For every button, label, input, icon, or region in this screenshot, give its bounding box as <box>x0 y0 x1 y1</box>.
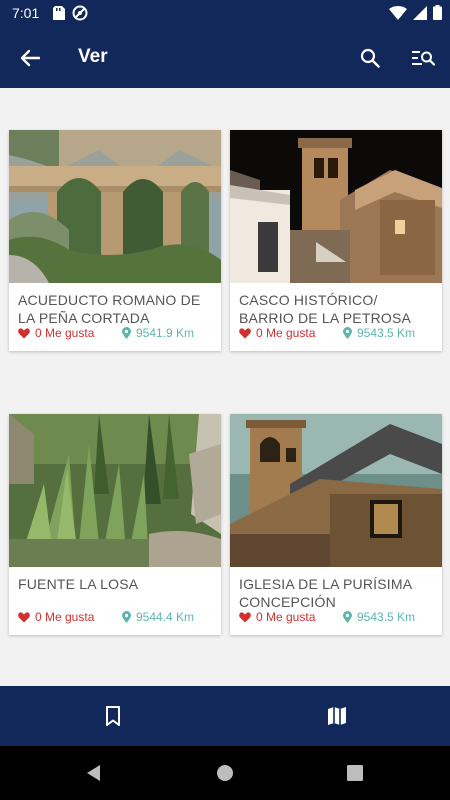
app-bar: Ver <box>0 26 450 88</box>
distance: 9544.4 Km <box>122 610 194 624</box>
likes-button[interactable]: 0 Me gusta <box>239 610 315 624</box>
place-title: ACUEDUCTO ROMANO DE LA PEÑA CORTADA <box>18 292 201 326</box>
square-recents-icon <box>347 765 363 781</box>
location-pin-icon <box>343 611 352 623</box>
triangle-back-icon <box>87 765 100 781</box>
likes-count: 0 Me gusta <box>256 326 316 340</box>
likes-button[interactable]: 0 Me gusta <box>18 610 94 624</box>
filter-search-button[interactable] <box>406 42 440 74</box>
location-pin-icon <box>343 327 352 339</box>
location-pin-icon <box>122 611 131 623</box>
system-home-button[interactable] <box>213 761 237 785</box>
system-navigation-bar <box>0 746 450 800</box>
heart-icon <box>239 327 251 338</box>
circle-home-icon <box>217 765 233 781</box>
place-photo <box>230 130 442 283</box>
system-back-button[interactable] <box>82 761 106 785</box>
location-pin-icon <box>122 327 131 339</box>
arrow-back-icon <box>20 49 40 67</box>
sd-card-icon <box>52 5 66 26</box>
search-icon <box>360 48 380 68</box>
bookmark-icon <box>106 706 120 726</box>
place-card[interactable]: IGLESIA DE LA PURÍSIMA CONCEPCIÓN 0 Me g… <box>230 414 442 635</box>
bottom-nav <box>0 686 450 746</box>
likes-button[interactable]: 0 Me gusta <box>239 326 315 340</box>
distance: 9541.9 Km <box>122 326 194 340</box>
map-icon <box>328 707 346 725</box>
distance-value: 9543.5 Km <box>357 326 416 340</box>
heart-icon <box>18 327 30 338</box>
do-not-disturb-icon <box>72 5 88 26</box>
page-title: Ver <box>78 46 108 67</box>
distance-value: 9541.9 Km <box>136 326 195 340</box>
place-photo <box>9 414 221 567</box>
distance-value: 9544.4 Km <box>136 610 195 624</box>
distance-value: 9543.5 Km <box>357 610 416 624</box>
place-card[interactable]: CASCO HISTÓRICO/ BARRIO DE LA PETROSA 0 … <box>230 130 442 351</box>
nav-saved-button[interactable] <box>97 700 129 732</box>
place-title: CASCO HISTÓRICO/ BARRIO DE LA PETROSA <box>239 292 412 326</box>
heart-icon <box>239 611 251 622</box>
battery-icon <box>433 5 442 25</box>
place-title: IGLESIA DE LA PURÍSIMA CONCEPCIÓN <box>239 576 412 610</box>
heart-icon <box>18 611 30 622</box>
status-time: 7:01 <box>12 5 40 21</box>
system-recents-button[interactable] <box>343 761 367 785</box>
places-grid: ACUEDUCTO ROMANO DE LA PEÑA CORTADA 0 Me… <box>0 88 450 686</box>
likes-count: 0 Me gusta <box>35 610 95 624</box>
place-card[interactable]: FUENTE LA LOSA 0 Me gusta 9544.4 Km <box>9 414 221 635</box>
search-button[interactable] <box>354 42 386 74</box>
distance: 9543.5 Km <box>343 326 415 340</box>
wifi-icon <box>389 5 407 25</box>
place-photo <box>9 130 221 283</box>
likes-count: 0 Me gusta <box>35 326 95 340</box>
place-title: FUENTE LA LOSA <box>18 576 139 592</box>
place-photo <box>230 414 442 567</box>
status-bar: 7:01 <box>0 0 450 26</box>
likes-button[interactable]: 0 Me gusta <box>18 326 94 340</box>
back-button[interactable] <box>14 42 46 74</box>
nav-map-button[interactable] <box>321 700 353 732</box>
place-card[interactable]: ACUEDUCTO ROMANO DE LA PEÑA CORTADA 0 Me… <box>9 130 221 351</box>
likes-count: 0 Me gusta <box>256 610 316 624</box>
signal-icon <box>413 5 427 25</box>
filter-list-search-icon <box>412 51 435 66</box>
distance: 9543.5 Km <box>343 610 415 624</box>
